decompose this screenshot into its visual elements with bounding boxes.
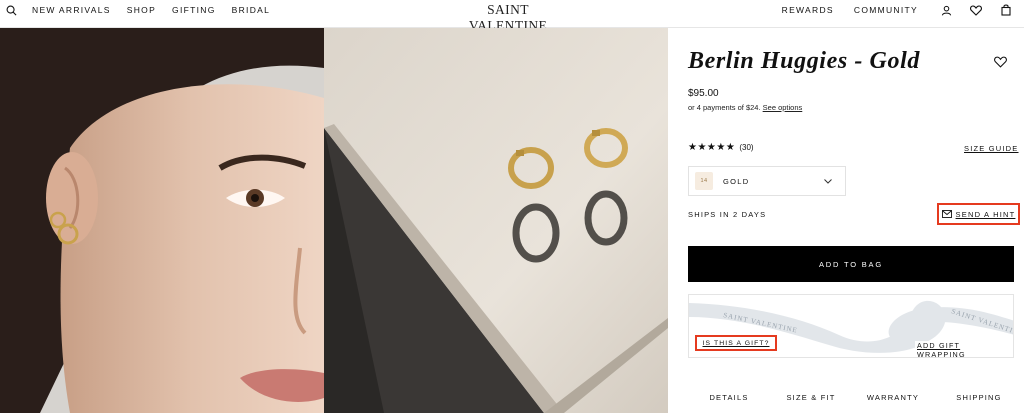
gold-swatch: 14 xyxy=(695,172,713,190)
add-to-wishlist-heart-icon[interactable] xyxy=(994,55,1008,69)
site-header: NEW ARRIVALS SHOP GIFTING BRIDAL SAINT V… xyxy=(0,0,1024,33)
product-info-tabs: DETAILS SIZE & FIT WARRANTY SHIPPING xyxy=(688,393,1024,402)
nav-community[interactable]: COMMUNITY xyxy=(854,5,918,15)
product-price: $95.00 xyxy=(688,88,719,99)
shipping-estimate: SHIPS IN 2 DAYS xyxy=(688,210,767,219)
earrings-product-image xyxy=(324,28,668,413)
nav-bridal[interactable]: BRIDAL xyxy=(232,5,271,15)
nav-new-arrivals[interactable]: NEW ARRIVALS xyxy=(32,5,111,15)
review-count: (30) xyxy=(739,143,754,152)
is-this-a-gift-toggle[interactable]: IS THIS A GIFT? xyxy=(695,335,777,351)
add-to-bag-button[interactable]: ADD TO BAG xyxy=(688,246,1014,282)
installments-amount: or 4 payments of $24. xyxy=(688,103,761,112)
model-wearing-earrings-image xyxy=(0,28,324,413)
tab-details[interactable]: DETAILS xyxy=(688,393,770,402)
nav-gifting[interactable]: GIFTING xyxy=(172,5,216,15)
search-icon[interactable] xyxy=(4,3,18,17)
bag-icon[interactable] xyxy=(998,2,1014,18)
product-rating[interactable]: ★★★★★ (30) xyxy=(688,142,754,153)
account-icon[interactable] xyxy=(938,2,954,18)
product-title: Berlin Huggies - Gold xyxy=(688,48,920,74)
tab-warranty[interactable]: WARRANTY xyxy=(852,393,934,402)
tab-size-fit[interactable]: SIZE & FIT xyxy=(770,393,852,402)
variant-select[interactable]: 14 GOLD xyxy=(688,166,846,196)
rating-stars: ★★★★★ xyxy=(688,142,736,153)
primary-nav: NEW ARRIVALS SHOP GIFTING BRIDAL xyxy=(4,0,286,20)
send-a-hint-button[interactable]: SEND A HINT xyxy=(937,203,1020,225)
secondary-nav: REWARDS COMMUNITY xyxy=(782,0,1014,20)
product-details-panel: Berlin Huggies - Gold $95.00 or 4 paymen… xyxy=(668,28,1024,413)
variant-selected-value: GOLD xyxy=(723,176,750,186)
add-gift-wrapping-link[interactable]: ADD GIFT WRAPPING xyxy=(915,341,1013,357)
nav-rewards[interactable]: REWARDS xyxy=(782,5,834,15)
installments-text: or 4 payments of $24. See options xyxy=(688,103,802,112)
wishlist-icon[interactable] xyxy=(968,2,984,18)
send-a-hint-label: SEND A HINT xyxy=(955,209,1016,219)
gift-option-box: SAINT VALENTINE SAINT VALENTINE IS THIS … xyxy=(688,294,1014,358)
nav-shop[interactable]: SHOP xyxy=(127,5,156,15)
size-guide-link[interactable]: SIZE GUIDE xyxy=(964,144,1019,153)
see-options-link[interactable]: See options xyxy=(763,103,803,112)
chevron-down-icon xyxy=(823,176,833,186)
tab-shipping[interactable]: SHIPPING xyxy=(934,393,1024,402)
envelope-icon xyxy=(941,205,952,223)
